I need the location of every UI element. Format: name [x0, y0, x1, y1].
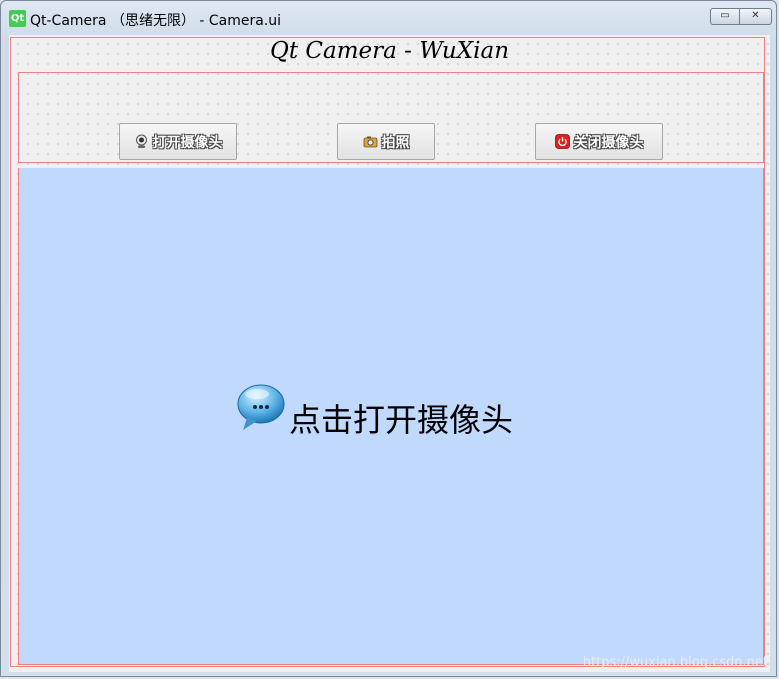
watermark: https://wuxian.blog.csdn.net [582, 655, 768, 670]
capture-button[interactable]: 拍照 [337, 123, 435, 160]
close-icon: ✕ [751, 10, 760, 21]
main-window: Qt Qt-Camera （思绪无限） - Camera.ui ▭ ✕ Qt C… [0, 0, 777, 677]
close-camera-button[interactable]: 关闭摄像头 [535, 123, 663, 160]
qt-app-icon: Qt [9, 10, 26, 27]
close-window-button[interactable]: ✕ [740, 8, 772, 25]
camera-prompt: 点击打开摄像头 [235, 379, 513, 441]
camera-display-label[interactable]: 点击打开摄像头 [18, 168, 764, 665]
window-title: Qt-Camera （思绪无限） - Camera.ui [30, 13, 282, 29]
close-camera-label: 关闭摄像头 [573, 134, 644, 151]
minimize-icon: ▭ [720, 10, 730, 21]
title-bar[interactable]: Qt Qt-Camera （思绪无限） - Camera.ui ▭ ✕ [1, 1, 776, 35]
capture-label: 拍照 [381, 134, 410, 151]
page-title: Qt Camera - WuXian [269, 38, 510, 64]
camera-prompt-text: 点击打开摄像头 [289, 401, 514, 439]
open-camera-button[interactable]: 打开摄像头 [119, 123, 237, 160]
camera-icon [363, 134, 378, 149]
power-icon [554, 134, 570, 149]
minimize-button[interactable]: ▭ [710, 8, 740, 25]
webcam-icon [134, 134, 149, 149]
open-camera-label: 打开摄像头 [152, 134, 223, 151]
form-canvas: Qt Camera - WuXian 打开摄像头 拍照 关闭摄像头 点击打开摄像… [9, 35, 770, 672]
chat-bubble-icon [235, 382, 287, 438]
